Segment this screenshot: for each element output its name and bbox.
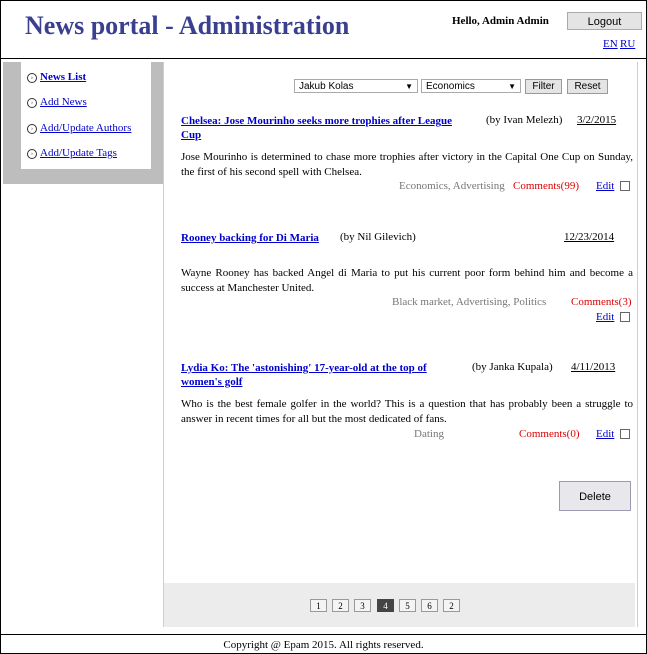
reset-button[interactable]: Reset <box>567 79 608 94</box>
author-select[interactable]: Jakub Kolas ▼ <box>294 79 418 93</box>
news-author: (by Nil Gilevich) <box>340 231 416 243</box>
page-button[interactable]: 3 <box>354 599 371 612</box>
edit-news-link[interactable]: Edit <box>596 428 614 440</box>
news-title-link[interactable]: Lydia Ko: The 'astonishing' 17-year-old … <box>181 361 443 389</box>
news-date: 3/2/2015 <box>577 114 617 126</box>
news-select-checkbox[interactable] <box>620 181 630 191</box>
chevron-down-icon: ▼ <box>508 82 516 91</box>
chevron-right-icon: › <box>27 124 37 134</box>
copyright-text: Copyright @ Epam 2015. All rights reserv… <box>223 639 424 651</box>
sidebar-item-add-news[interactable]: › Add News <box>27 96 87 108</box>
chevron-right-icon: › <box>27 98 37 108</box>
lang-en-link[interactable]: EN <box>603 38 618 50</box>
chevron-right-icon: › <box>27 149 37 159</box>
chevron-down-icon: ▼ <box>405 82 413 91</box>
news-tags: Economics, Advertising <box>399 180 505 192</box>
page-button[interactable]: 5 <box>399 599 416 612</box>
news-list-panel <box>163 62 638 627</box>
news-select-checkbox[interactable] <box>620 312 630 322</box>
edit-news-link[interactable]: Edit <box>596 311 614 323</box>
news-date: 12/23/2014 <box>564 231 615 243</box>
sidebar-item-authors[interactable]: › Add/Update Authors <box>27 122 131 134</box>
page-button[interactable]: 2 <box>332 599 349 612</box>
chevron-right-icon: › <box>27 73 37 83</box>
edit-news-link[interactable]: Edit <box>596 180 614 192</box>
news-comments: Comments(0) <box>519 428 580 440</box>
sidebar-item-news-list[interactable]: › News List <box>27 71 86 83</box>
news-title-link[interactable]: Chelsea: Jose Mourinho seeks more trophi… <box>181 114 471 142</box>
logout-button[interactable]: Logout <box>567 12 642 30</box>
page-button[interactable]: 2 <box>443 599 460 612</box>
news-select-checkbox[interactable] <box>620 429 630 439</box>
news-tags: Dating <box>414 428 444 440</box>
news-author: (by Ivan Melezh) <box>486 114 563 126</box>
news-brief: Jose Mourinho is determined to chase mor… <box>181 151 633 178</box>
lang-ru-link[interactable]: RU <box>620 38 635 50</box>
page-button-active[interactable]: 4 <box>377 599 394 612</box>
news-comments: Comments(3) <box>571 296 632 308</box>
sidebar-menu: › News List › Add News › Add/Update Authors… <box>21 62 151 169</box>
news-title-link[interactable]: Rooney backing for Di Maria <box>181 231 331 245</box>
tag-select[interactable]: Economics ▼ <box>421 79 521 93</box>
page-button[interactable]: 1 <box>310 599 327 612</box>
sidebar-item-tags[interactable]: › Add/Update Tags <box>27 147 117 159</box>
sidebar: › News List › Add News › Add/Update Authors… <box>3 62 163 184</box>
news-brief: Who is the best female golfer in the wor… <box>181 398 633 425</box>
filter-button[interactable]: Filter <box>525 79 562 94</box>
news-comments: Comments(99) <box>513 180 579 192</box>
user-greeting: Hello, Admin Admin <box>452 15 549 27</box>
page-button[interactable]: 6 <box>421 599 438 612</box>
news-author: (by Janka Kupala) <box>472 361 553 373</box>
news-tags: Black market, Advertising, Politics <box>392 296 547 308</box>
news-date: 4/11/2013 <box>571 361 616 373</box>
header: News portal - Administration Hello, Admi… <box>1 1 646 59</box>
footer: Copyright @ Epam 2015. All rights reserv… <box>1 634 646 654</box>
delete-button[interactable]: Delete <box>559 481 631 511</box>
news-brief: Wayne Rooney has backed Angel di Maria t… <box>181 267 633 294</box>
page-title: News portal - Administration <box>25 11 350 40</box>
